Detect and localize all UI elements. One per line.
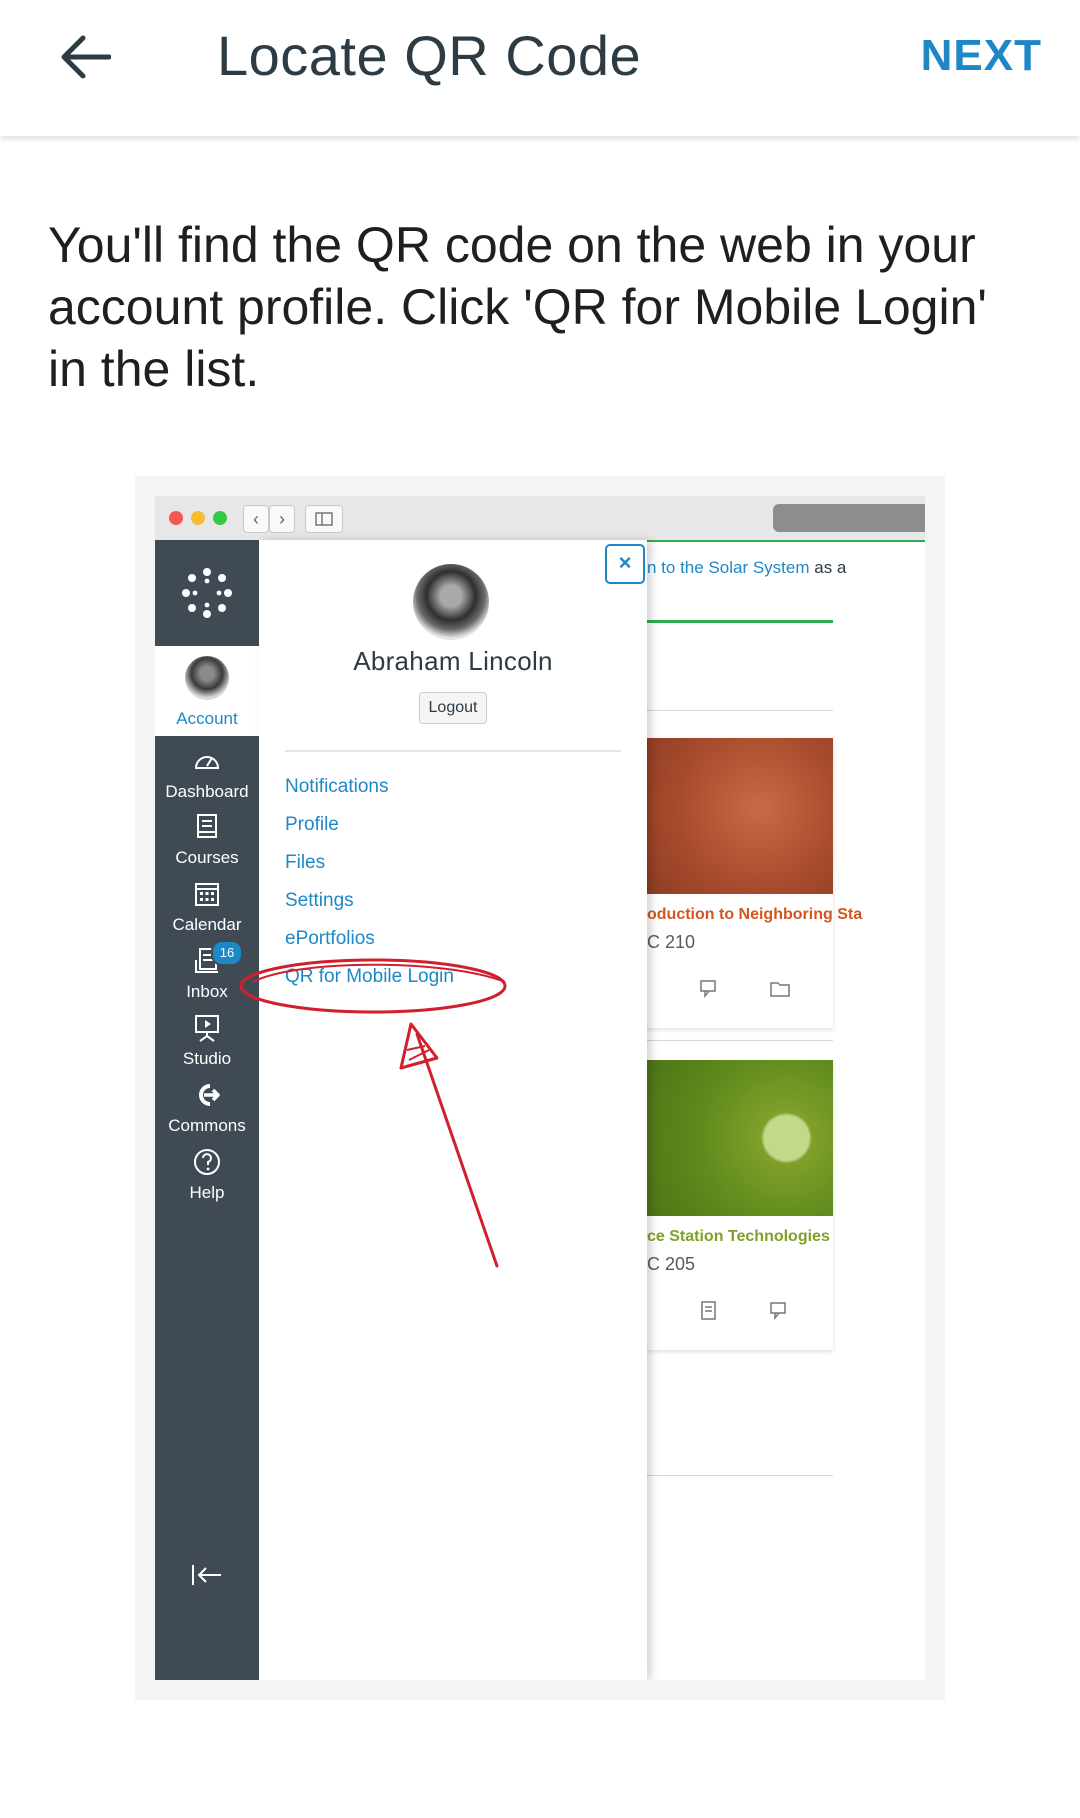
folder-icon bbox=[770, 982, 790, 997]
studio-icon bbox=[195, 1015, 219, 1042]
canvas-logo-icon[interactable] bbox=[155, 540, 259, 646]
tutorial-screenshot: ‹ › n to the Solar System as a oduction … bbox=[135, 476, 945, 1700]
browser-chrome: ‹ › bbox=[155, 496, 925, 541]
zoom-dot-icon bbox=[213, 511, 227, 525]
red-arrow-annotation bbox=[399, 1022, 499, 1268]
nav-label: Studio bbox=[182, 1049, 232, 1068]
browser-window: ‹ › n to the Solar System as a oduction … bbox=[155, 496, 925, 1680]
tray-link-eportfolios[interactable]: ePortfolios bbox=[285, 928, 375, 950]
user-name: Abraham Lincoln bbox=[353, 646, 553, 676]
back-button[interactable] bbox=[50, 22, 120, 92]
course-card: oduction to Neighboring Sta C 210 bbox=[647, 738, 862, 1028]
course-link-text: n to the Solar System bbox=[647, 558, 810, 577]
divider bbox=[647, 710, 833, 711]
calendar-icon bbox=[195, 883, 219, 906]
nav-help[interactable]: Help bbox=[155, 1143, 259, 1217]
profile-avatar bbox=[413, 564, 489, 640]
browser-forward-icon: › bbox=[269, 505, 295, 533]
close-tray-button[interactable]: × bbox=[605, 544, 645, 584]
account-tray: × Abraham Lincoln Logout Notifications P… bbox=[239, 540, 647, 1680]
divider bbox=[647, 1040, 833, 1041]
nav-label: Help bbox=[189, 1183, 225, 1202]
unread-badge: 16 bbox=[211, 940, 243, 966]
course-link: n to the Solar System as a bbox=[647, 558, 846, 578]
nav-label: Inbox bbox=[186, 982, 228, 1001]
close-dot-icon bbox=[169, 511, 183, 525]
dashboard-background: n to the Solar System as a oduction to N… bbox=[647, 540, 925, 1680]
help-icon bbox=[194, 1149, 220, 1175]
nav-calendar[interactable]: Calendar bbox=[155, 875, 259, 949]
course-image bbox=[647, 1060, 833, 1216]
tray-link-profile[interactable]: Profile bbox=[285, 814, 339, 836]
nav-label: Courses bbox=[175, 848, 239, 867]
commons-icon bbox=[199, 1084, 220, 1106]
course-title: oduction to Neighboring Sta bbox=[647, 906, 863, 923]
divider bbox=[285, 750, 621, 752]
courses-icon bbox=[197, 814, 217, 838]
discussions-icon bbox=[770, 1302, 786, 1321]
highlight-oval-annotation bbox=[239, 958, 507, 1014]
logout-button[interactable]: Logout bbox=[419, 692, 487, 724]
assignments-icon bbox=[701, 1301, 716, 1320]
nav-account[interactable]: Account bbox=[155, 646, 259, 736]
course-card: ce Station Technologies C 205 bbox=[647, 1060, 833, 1350]
page-title: Locate QR Code bbox=[217, 24, 642, 87]
nav-inbox[interactable]: 16 Inbox bbox=[155, 940, 259, 1016]
sidebar-toggle-icon bbox=[305, 505, 343, 533]
course-code: C 205 bbox=[647, 1254, 696, 1274]
nav-dashboard[interactable]: Dashboard bbox=[155, 742, 259, 816]
course-image bbox=[647, 738, 833, 894]
divider bbox=[647, 620, 833, 623]
global-nav: Account Dashboard Courses Calendar 16 In… bbox=[155, 540, 259, 1680]
tray-link-files[interactable]: Files bbox=[285, 852, 325, 874]
app-bar: Locate QR Code NEXT bbox=[0, 0, 1080, 136]
tray-link-settings[interactable]: Settings bbox=[285, 890, 354, 912]
nav-courses[interactable]: Courses bbox=[155, 808, 259, 882]
browser-back-icon: ‹ bbox=[243, 505, 269, 533]
divider bbox=[647, 1475, 833, 1476]
divider bbox=[647, 540, 925, 542]
tray-link-notifications[interactable]: Notifications bbox=[285, 776, 389, 798]
next-button[interactable]: NEXT bbox=[921, 28, 1042, 84]
nav-label: Commons bbox=[168, 1116, 246, 1135]
course-code: C 210 bbox=[647, 932, 696, 952]
nav-label: Calendar bbox=[172, 915, 242, 934]
arrow-left-icon bbox=[61, 35, 111, 79]
instruction-text: You'll find the QR code on the web in yo… bbox=[48, 217, 987, 397]
nav-label: Dashboard bbox=[165, 782, 249, 801]
course-title: ce Station Technologies bbox=[647, 1228, 830, 1245]
minimize-dot-icon bbox=[191, 511, 205, 525]
collapse-nav-icon[interactable] bbox=[189, 1560, 225, 1590]
nav-studio[interactable]: Studio bbox=[155, 1009, 259, 1083]
discussions-icon bbox=[700, 980, 716, 999]
avatar bbox=[185, 656, 229, 700]
nav-label: Account bbox=[176, 709, 238, 728]
address-bar bbox=[773, 504, 925, 532]
course-link-suffix: as a bbox=[809, 558, 847, 577]
tray-link-qr-login[interactable]: QR for Mobile Login bbox=[285, 966, 454, 988]
nav-commons[interactable]: Commons bbox=[155, 1076, 259, 1150]
dashboard-icon bbox=[194, 756, 220, 769]
